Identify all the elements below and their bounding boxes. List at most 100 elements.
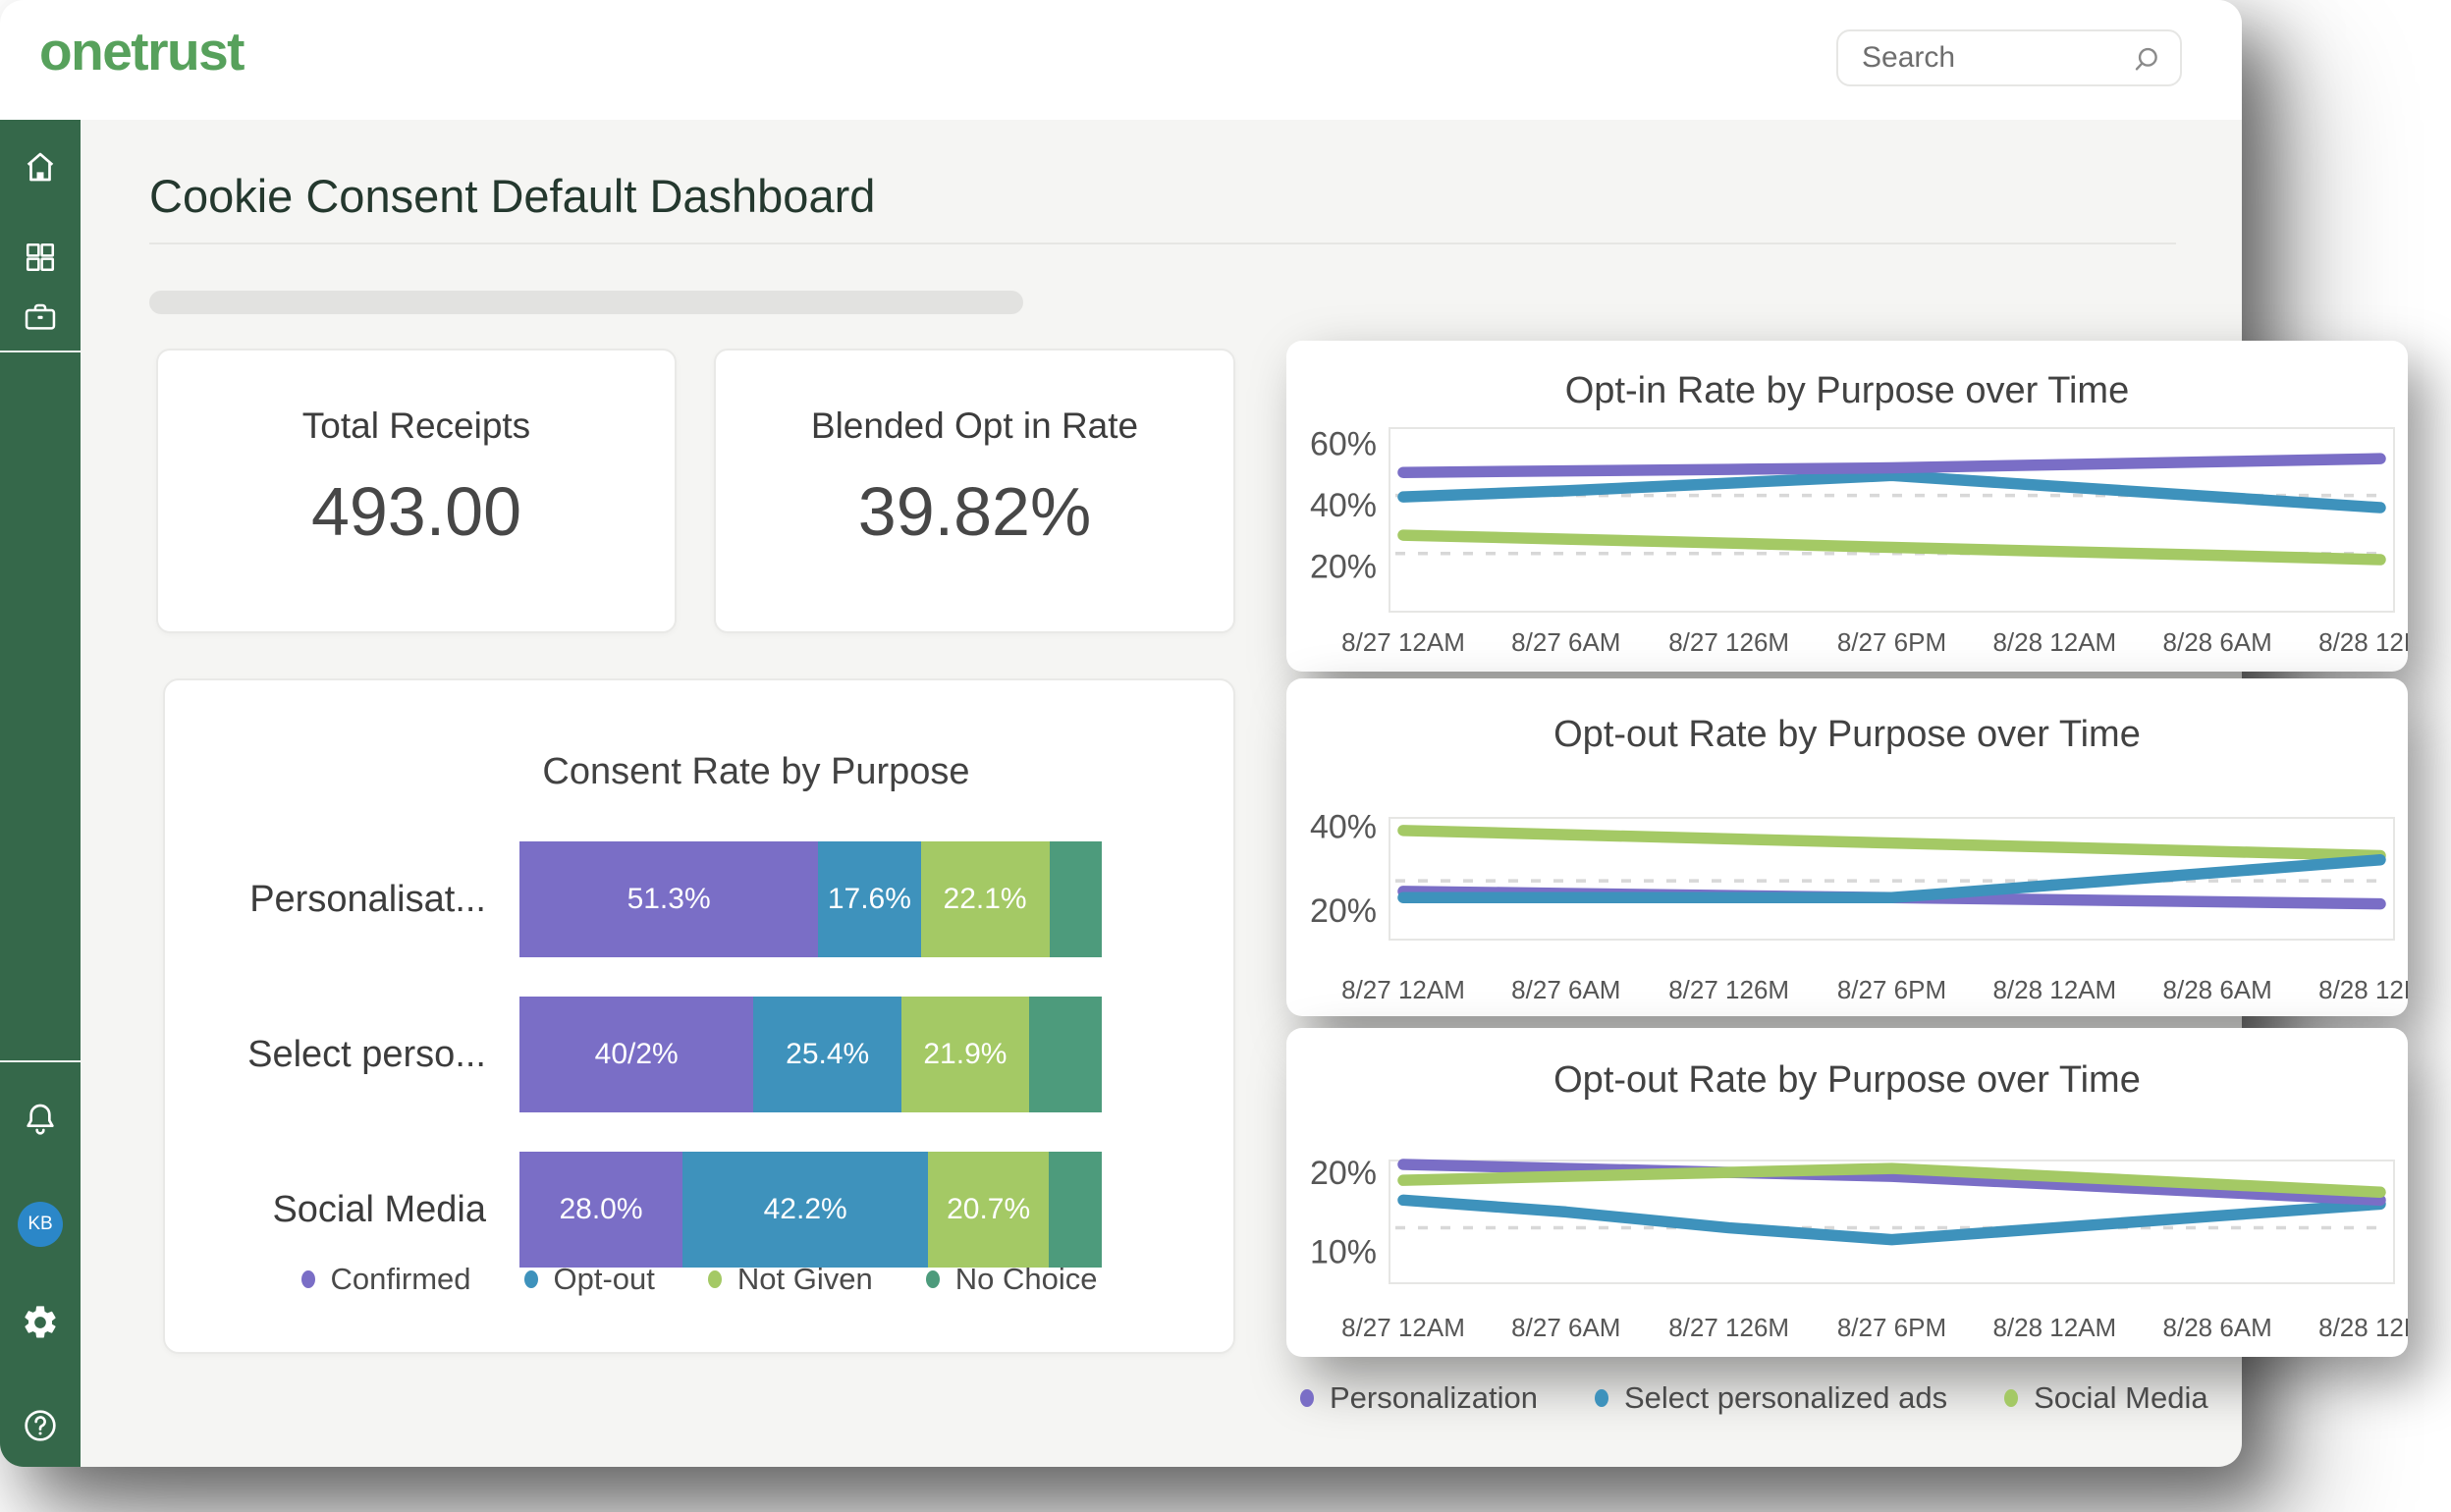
legend-dot	[2004, 1389, 2018, 1407]
x-axis-tick-label: 8/27 126M	[1668, 627, 1789, 657]
bar-segments: 51.3% 17.6% 22.1%	[519, 841, 1102, 957]
x-axis-tick-label: 8/27 6PM	[1837, 1313, 1946, 1342]
title-divider	[149, 243, 2176, 244]
x-axis-tick-label: 8/28 6AM	[2163, 627, 2272, 657]
x-axis-tick-label: 8/28 6AM	[2163, 975, 2272, 1004]
legend-item-not-given: Not Given	[708, 1262, 873, 1297]
bar-segment-no-choice	[1029, 997, 1102, 1112]
opt-out-rate-chart-2: Opt-out Rate by Purpose over Time 20%10%…	[1286, 1028, 2408, 1357]
bar-segment-value: 25.4%	[786, 1038, 869, 1071]
search-input[interactable]	[1862, 31, 2127, 84]
x-axis-tick-label: 8/28 12PM	[2318, 627, 2408, 657]
bell-icon	[21, 1100, 60, 1139]
bar-segment-value: 21.9%	[923, 1038, 1007, 1071]
x-axis-tick-label: 8/28 12PM	[2318, 975, 2408, 1004]
x-axis-tick-label: 8/28 12AM	[1992, 1313, 2116, 1342]
bar-row: Select perso...40/2%25.4%21.9%	[195, 997, 1102, 1112]
y-axis-tick-label: 20%	[1310, 892, 1377, 930]
stat-label: Blended Opt in Rate	[716, 405, 1233, 447]
legend-label: No Choice	[955, 1262, 1098, 1297]
bar-segment-value: 42.2%	[764, 1193, 847, 1226]
x-axis-tick-label: 8/28 12AM	[1992, 975, 2116, 1004]
bar-segment-value: 51.3%	[627, 883, 711, 916]
sidebar-divider-top	[0, 351, 81, 352]
y-axis-tick-label: 40%	[1310, 809, 1377, 846]
bar-segment-confirmed: 28.0%	[519, 1152, 682, 1268]
stat-value: 493.00	[158, 472, 675, 551]
bar-row: Personalisat...51.3%17.6%22.1%	[195, 841, 1102, 957]
bar-segment-value: 28.0%	[559, 1193, 642, 1226]
help-icon	[21, 1405, 60, 1446]
x-axis-tick-label: 8/27 12AM	[1341, 627, 1465, 657]
line-chart-plot: 20%10%8/27 12AM8/27 6AM8/27 126M8/27 6PM…	[1286, 1028, 2408, 1357]
legend-item-opt-out: Opt-out	[524, 1262, 655, 1297]
bar-segment-confirmed: 51.3%	[519, 841, 818, 957]
bar-segment-not-given: 20.7%	[928, 1152, 1049, 1268]
legend-label: Social Media	[2034, 1380, 2207, 1416]
stat-card-total-receipts: Total Receipts 493.00	[156, 349, 677, 633]
x-axis-tick-label: 8/27 6PM	[1837, 975, 1946, 1004]
stacked-bar-rows: Personalisat...51.3%17.6%22.1%Select per…	[195, 841, 1102, 1268]
sidebar-item-home[interactable]	[21, 147, 60, 187]
bar-segment-value: 22.1%	[944, 883, 1027, 916]
x-axis-tick-label: 8/28 12AM	[1992, 627, 2116, 657]
x-axis-tick-label: 8/27 6AM	[1511, 975, 1620, 1004]
bar-segment-value: 40/2%	[595, 1038, 679, 1071]
legend-item-no-choice: No Choice	[926, 1262, 1098, 1297]
search-icon[interactable]	[2131, 44, 2162, 76]
y-axis-tick-label: 20%	[1310, 1155, 1377, 1192]
avatar-initials: KB	[27, 1214, 52, 1235]
app-header: onetrust	[0, 0, 2242, 120]
line-chart-plot: 40% 20% 8/27 12AM 8/27 6AM 8/27 126M 8/27 6PM…	[1286, 678, 2408, 1016]
consent-rate-by-purpose-chart: Consent Rate by Purpose Personalisat...5…	[163, 678, 1235, 1354]
x-axis-tick-label: 8/27 12AM	[1341, 975, 1465, 1004]
loading-progress-bar	[149, 291, 1023, 314]
sidebar-item-notifications[interactable]	[21, 1100, 60, 1139]
stat-label: Total Receipts	[158, 405, 675, 447]
sidebar-item-help[interactable]	[21, 1406, 60, 1445]
legend-label: Opt-out	[554, 1262, 655, 1297]
dashboard-canvas: onetrust	[0, 0, 2451, 1512]
x-axis-tick-label: 8/27 126M	[1668, 1313, 1789, 1342]
bar-chart-legend: Confirmed Opt-out Not Given No Choice	[165, 1262, 1233, 1297]
legend-dot	[524, 1270, 538, 1288]
stat-value: 39.82%	[716, 472, 1233, 551]
bar-segment-value: 17.6%	[828, 883, 911, 916]
gear-icon	[21, 1302, 60, 1343]
legend-item-personalization: Personalization	[1300, 1380, 1538, 1416]
briefcase-icon	[22, 298, 59, 336]
y-axis-tick-label: 10%	[1310, 1234, 1377, 1271]
page-title: Cookie Consent Default Dashboard	[149, 169, 875, 223]
bar-segment-no-choice	[1050, 841, 1102, 957]
bar-segment-confirmed: 40/2%	[519, 997, 753, 1112]
apps-grid-icon	[23, 240, 58, 275]
bar-segment-opt-out: 42.2%	[682, 1152, 928, 1268]
bar-segment-opt-out: 25.4%	[753, 997, 901, 1112]
sidebar-item-projects[interactable]	[21, 297, 60, 337]
stat-card-blended-opt-in-rate: Blended Opt in Rate 39.82%	[714, 349, 1235, 633]
legend-item-social-media: Social Media	[2004, 1380, 2207, 1416]
legend-label: Personalization	[1330, 1380, 1538, 1416]
user-avatar[interactable]: KB	[18, 1202, 63, 1247]
legend-item-confirmed: Confirmed	[301, 1262, 471, 1297]
legend-label: Select personalized ads	[1624, 1380, 1947, 1416]
bar-segment-not-given: 21.9%	[901, 997, 1029, 1112]
bar-segment-opt-out: 17.6%	[818, 841, 920, 957]
bar-segment-no-choice	[1049, 1152, 1102, 1268]
legend-dot	[1300, 1389, 1314, 1407]
bar-segment-value: 20.7%	[947, 1193, 1030, 1226]
onetrust-logo: onetrust	[39, 20, 244, 82]
home-icon	[22, 148, 59, 186]
search-box[interactable]	[1836, 29, 2182, 86]
x-axis-tick-label: 8/27 12AM	[1341, 1313, 1465, 1342]
x-axis-tick-label: 8/28 12PM	[2318, 1313, 2408, 1342]
bar-segments: 28.0% 42.2% 20.7%	[519, 1152, 1102, 1268]
sidebar-nav: KB	[0, 120, 81, 1467]
y-axis-tick-label: 40%	[1310, 487, 1377, 524]
bar-category-label: Social Media	[195, 1152, 519, 1268]
sidebar-item-apps[interactable]	[21, 238, 60, 277]
x-axis-tick-label: 8/27 6PM	[1837, 627, 1946, 657]
sidebar-item-settings[interactable]	[21, 1303, 60, 1342]
x-axis-tick-label: 8/27 126M	[1668, 975, 1789, 1004]
legend-dot	[301, 1270, 315, 1288]
